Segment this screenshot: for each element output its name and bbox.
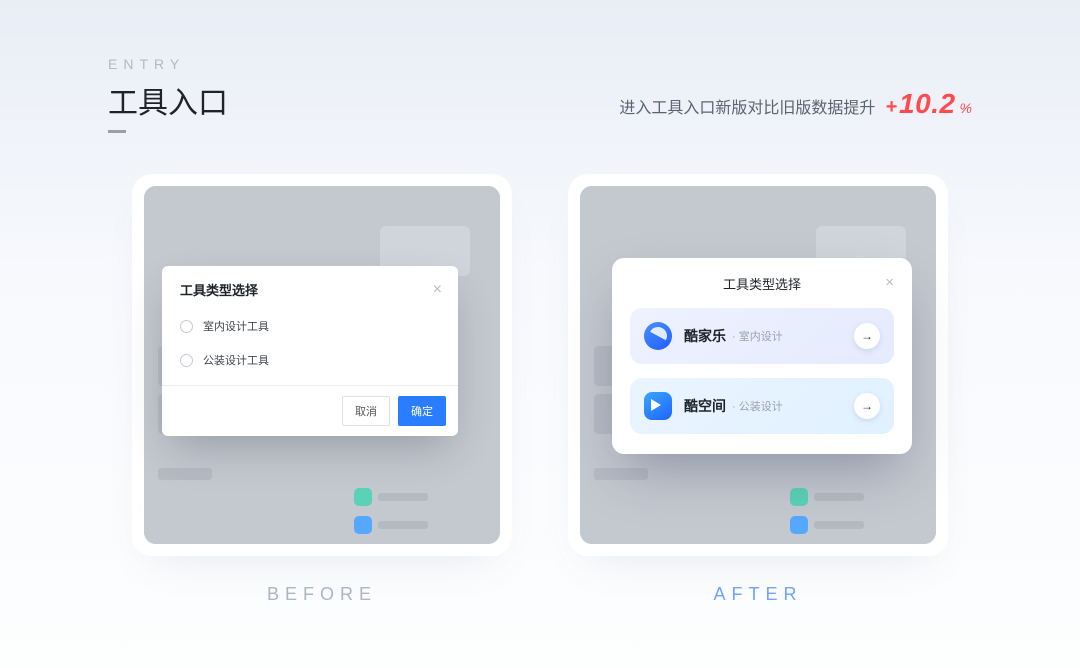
after-caption: AFTER: [568, 584, 948, 605]
stat-text: 进入工具入口新版对比旧版数据提升: [619, 94, 875, 118]
before-modal-title: 工具类型选择: [180, 280, 258, 299]
cancel-button[interactable]: 取消: [342, 396, 390, 426]
stat-value: 10.2: [899, 88, 956, 120]
radio-icon: [180, 320, 193, 333]
before-option-1-label: 公装设计工具: [203, 352, 269, 368]
stat-line: 进入工具入口新版对比旧版数据提升 + 10.2 %: [619, 88, 972, 120]
radio-icon: [180, 354, 193, 367]
after-modal: 工具类型选择 × 酷家乐 室内设计 → 酷空间 公装设计 →: [612, 258, 912, 454]
after-frame: 工具类型选择 × 酷家乐 室内设计 → 酷空间 公装设计 → AFTER: [568, 174, 948, 605]
before-frame: 工具类型选择 × 室内设计工具 公装设计工具 取消 确定 BEFORE: [132, 174, 512, 605]
after-modal-title: 工具类型选择: [723, 277, 801, 292]
before-modal: 工具类型选择 × 室内设计工具 公装设计工具 取消 确定: [162, 266, 458, 436]
tool-card-name: 酷空间: [684, 396, 726, 416]
close-icon[interactable]: ×: [885, 274, 894, 291]
section-eyebrow: ENTRY: [108, 56, 228, 72]
before-caption: BEFORE: [132, 584, 512, 605]
tool-card-sub: 公装设计: [732, 398, 783, 414]
kujiale-logo-icon: [644, 322, 672, 350]
section-title: 工具入口: [108, 78, 228, 122]
arrow-right-icon[interactable]: →: [854, 323, 880, 349]
before-option-0[interactable]: 室内设计工具: [162, 309, 458, 343]
close-icon[interactable]: ×: [433, 282, 442, 298]
confirm-button[interactable]: 确定: [398, 396, 446, 426]
tool-card-sub: 室内设计: [732, 328, 783, 344]
stat-plus: +: [885, 96, 897, 119]
tool-card-interior[interactable]: 酷家乐 室内设计 →: [630, 308, 894, 364]
kukongjian-logo-icon: [644, 392, 672, 420]
arrow-right-icon[interactable]: →: [854, 393, 880, 419]
tool-card-name: 酷家乐: [684, 326, 726, 346]
before-option-0-label: 室内设计工具: [203, 318, 269, 334]
tool-card-commercial[interactable]: 酷空间 公装设计 →: [630, 378, 894, 434]
stat-percent: %: [960, 100, 972, 116]
before-option-1[interactable]: 公装设计工具: [162, 343, 458, 377]
title-underline: [108, 130, 126, 133]
